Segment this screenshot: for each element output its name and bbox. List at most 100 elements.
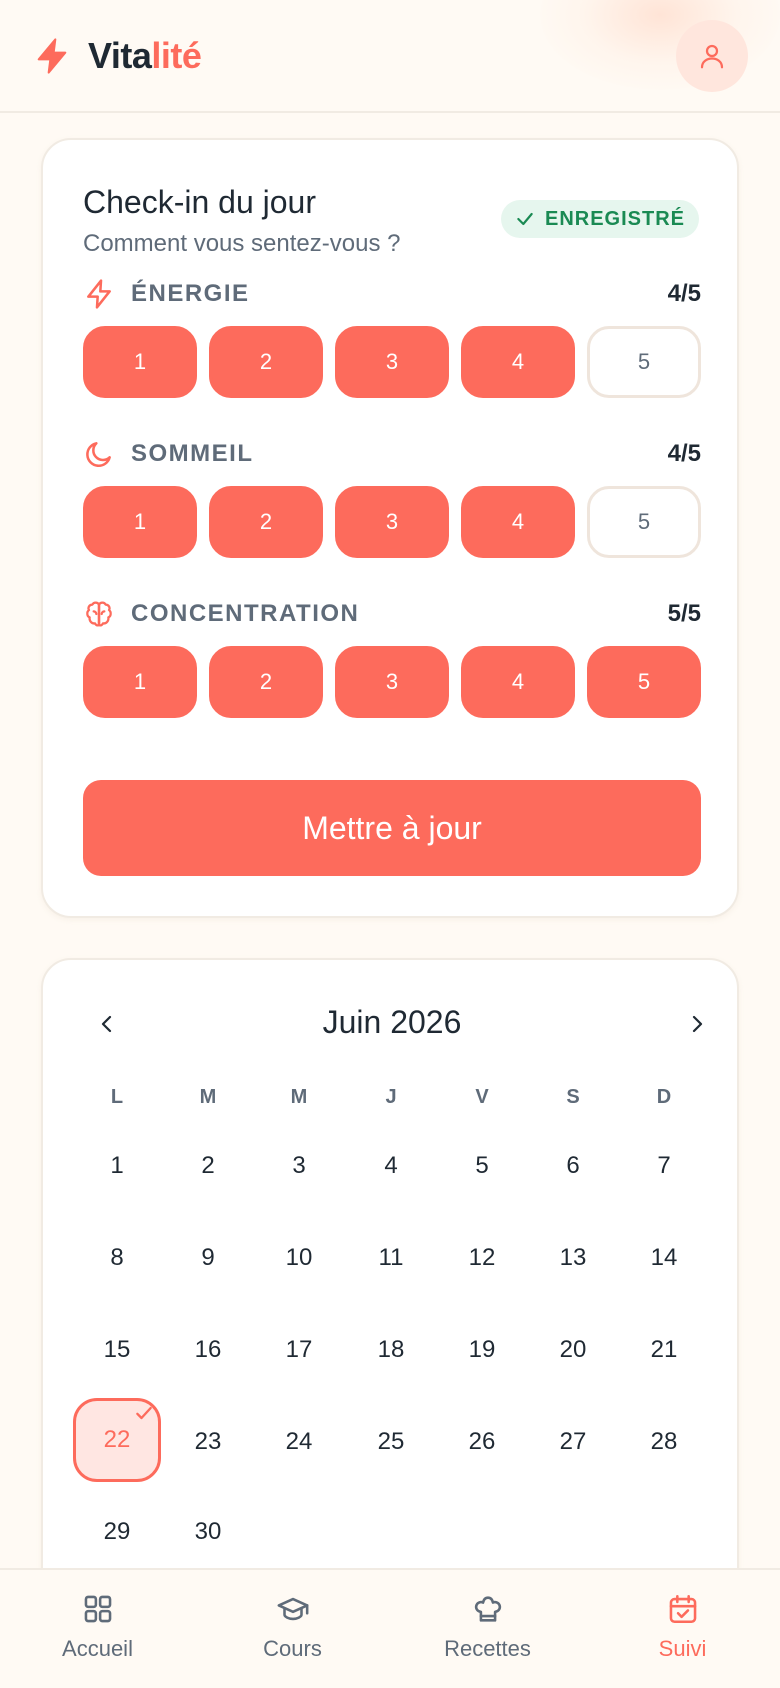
tab-label: Suivi <box>658 1636 707 1661</box>
calendar-day[interactable]: 6 <box>529 1124 617 1208</box>
tab-label: Cours <box>263 1636 322 1661</box>
metric-value: 4/5 <box>667 280 701 307</box>
rating-button-4[interactable]: 4 <box>461 646 575 718</box>
calendar-day[interactable]: 15 <box>73 1308 161 1392</box>
logo-text-part2: lité <box>151 35 202 76</box>
calendar-day[interactable]: 5 <box>438 1124 526 1208</box>
tab-accueil[interactable]: Accueil <box>0 1570 195 1688</box>
tab-label: Accueil <box>62 1636 133 1661</box>
logo-text: Vitalité <box>88 35 202 77</box>
checkin-title: Check-in du jour <box>83 184 316 220</box>
calendar-day[interactable]: 16 <box>164 1308 252 1392</box>
tab-label: Recettes <box>444 1636 531 1661</box>
app-header: Vitalité <box>0 0 780 113</box>
calendar-day-number: 22 <box>103 1426 131 1453</box>
calendar-day[interactable]: 24 <box>255 1400 343 1484</box>
calendar-day[interactable]: 11 <box>347 1216 435 1300</box>
graduation-cap-icon <box>277 1597 308 1621</box>
rating-button-5[interactable]: 5 <box>587 486 701 558</box>
rating-button-4[interactable]: 4 <box>461 486 575 558</box>
calendar-day[interactable]: 10 <box>255 1216 343 1300</box>
rating-button-4[interactable]: 4 <box>461 326 575 398</box>
checkin-subtitle: Comment vous sentez-vous ? <box>83 230 401 257</box>
metric-label: CONCENTRATION <box>131 600 360 627</box>
check-icon <box>136 1406 152 1420</box>
status-badge: ENREGISTRÉ <box>501 200 699 238</box>
calendar-day[interactable]: 9 <box>164 1216 252 1300</box>
weekday-label: S <box>566 1086 580 1108</box>
rating-button-1[interactable]: 1 <box>83 646 197 718</box>
weekday-label: D <box>656 1086 672 1108</box>
rating-button-2[interactable]: 2 <box>209 646 323 718</box>
calendar-day[interactable]: 18 <box>347 1308 435 1392</box>
metric-concentration: CONCENTRATION 5/5 1 2 3 4 5 <box>83 594 701 718</box>
app-logo[interactable]: Vitalité <box>32 34 202 78</box>
update-button[interactable]: Mettre à jour <box>83 780 701 876</box>
rating-button-3[interactable]: 3 <box>335 486 449 558</box>
calendar-day[interactable]: 14 <box>620 1216 708 1300</box>
next-month-button[interactable] <box>675 1002 719 1046</box>
grid-icon <box>84 1595 111 1623</box>
rating-row: 1 2 3 4 5 <box>83 326 701 398</box>
calendar-day[interactable]: 13 <box>529 1216 617 1300</box>
tab-suivi[interactable]: Suivi <box>585 1570 780 1688</box>
rating-row: 1 2 3 4 5 <box>83 646 701 718</box>
calendar-day[interactable]: 12 <box>438 1216 526 1300</box>
weekday-label: V <box>475 1086 489 1108</box>
calendar-day[interactable]: 23 <box>164 1400 252 1484</box>
metric-energie: ÉNERGIE 4/5 1 2 3 4 5 <box>83 274 701 398</box>
calendar-day[interactable]: 25 <box>347 1400 435 1484</box>
check-icon <box>517 212 533 226</box>
calendar-day[interactable]: 28 <box>620 1400 708 1484</box>
metric-value: 4/5 <box>667 440 701 467</box>
calendar-day[interactable]: 21 <box>620 1308 708 1392</box>
status-badge-label: ENREGISTRÉ <box>544 207 686 230</box>
weekday-label: M <box>290 1086 308 1108</box>
tab-cours[interactable]: Cours <box>195 1570 390 1688</box>
rating-row: 1 2 3 4 5 <box>83 486 701 558</box>
calendar-day[interactable]: 27 <box>529 1400 617 1484</box>
weekday-label: M <box>199 1086 217 1108</box>
moon-icon <box>86 442 111 467</box>
metric-sommeil: SOMMEIL 4/5 1 2 3 4 5 <box>83 434 701 558</box>
profile-button[interactable] <box>676 20 748 92</box>
weekday-label: J <box>385 1086 397 1108</box>
weekday-label: L <box>110 1086 124 1108</box>
rating-button-1[interactable]: 1 <box>83 486 197 558</box>
rating-button-3[interactable]: 3 <box>335 646 449 718</box>
calendar-day[interactable]: 20 <box>529 1308 617 1392</box>
brain-icon <box>86 601 112 627</box>
bolt-logo-icon <box>37 38 67 74</box>
metric-label: SOMMEIL <box>131 440 254 467</box>
rating-button-1[interactable]: 1 <box>83 326 197 398</box>
calendar-day[interactable]: 3 <box>255 1124 343 1208</box>
chef-hat-icon <box>474 1596 501 1622</box>
calendar-month-title: Juin 2026 <box>322 1004 462 1040</box>
rating-button-2[interactable]: 2 <box>209 486 323 558</box>
calendar-day[interactable]: 26 <box>438 1400 526 1484</box>
calendar-day-selected[interactable]: 22 <box>73 1398 161 1482</box>
tab-recettes[interactable]: Recettes <box>390 1570 585 1688</box>
bolt-icon <box>87 279 111 309</box>
rating-button-5[interactable]: 5 <box>587 646 701 718</box>
calendar-day[interactable]: 1 <box>73 1124 161 1208</box>
rating-button-2[interactable]: 2 <box>209 326 323 398</box>
user-icon <box>700 44 724 69</box>
calendar-day[interactable]: 7 <box>620 1124 708 1208</box>
checkin-card: Check-in du jour Comment vous sentez-vou… <box>41 138 739 918</box>
calendar-day[interactable]: 4 <box>347 1124 435 1208</box>
calendar-day[interactable]: 29 <box>73 1490 161 1574</box>
calendar-check-icon <box>669 1594 696 1624</box>
calendar-day[interactable]: 19 <box>438 1308 526 1392</box>
metric-label: ÉNERGIE <box>131 280 250 307</box>
logo-text-part1: Vita <box>88 35 152 76</box>
bottom-tab-bar: Accueil Cours Recettes Suivi <box>0 1568 780 1688</box>
rating-button-3[interactable]: 3 <box>335 326 449 398</box>
chevron-right-icon <box>692 1015 703 1033</box>
calendar-day[interactable]: 8 <box>73 1216 161 1300</box>
metric-value: 5/5 <box>667 600 701 627</box>
calendar-day[interactable]: 2 <box>164 1124 252 1208</box>
rating-button-5[interactable]: 5 <box>587 326 701 398</box>
calendar-day[interactable]: 30 <box>164 1490 252 1574</box>
calendar-day[interactable]: 17 <box>255 1308 343 1392</box>
